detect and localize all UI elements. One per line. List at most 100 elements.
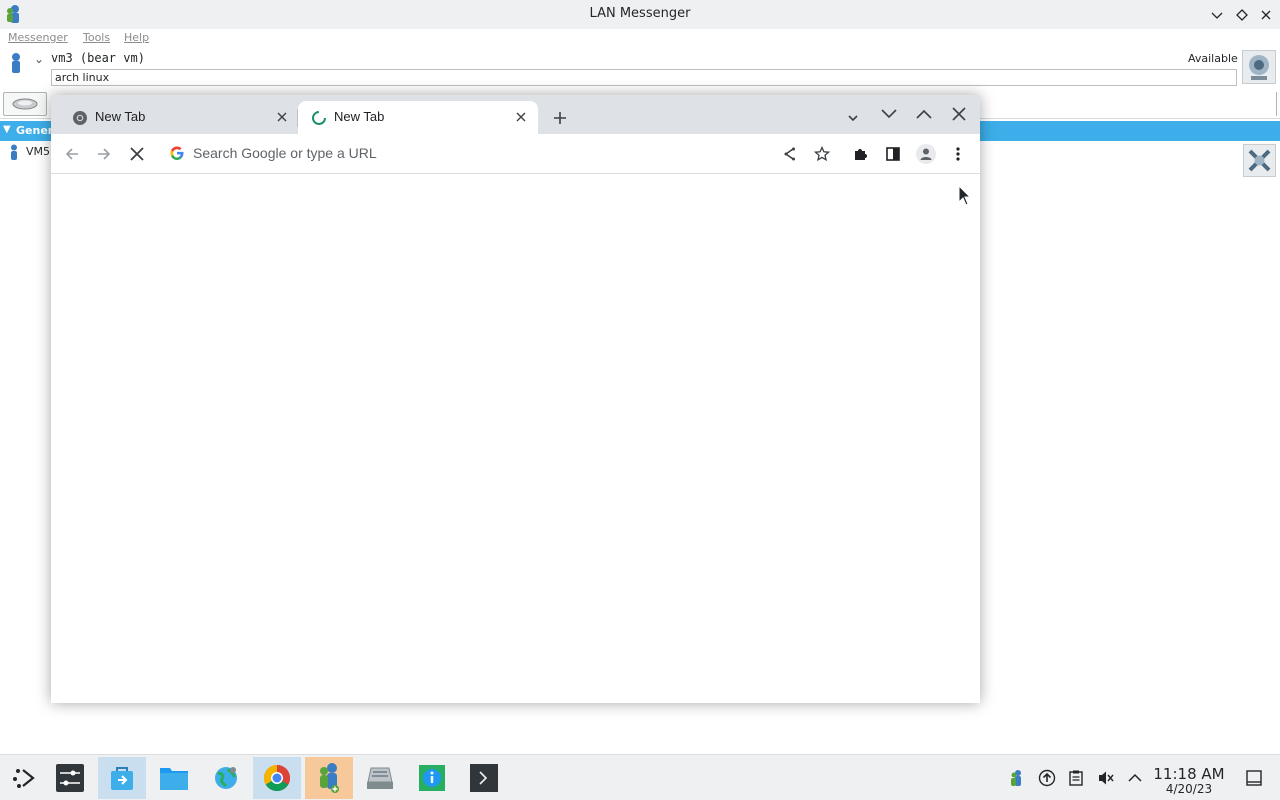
back-button[interactable]: [62, 144, 82, 164]
tab-title: New Tab: [334, 109, 385, 124]
close-icon: [952, 107, 966, 121]
arrow-left-icon: [65, 148, 78, 160]
taskbar-scanner[interactable]: [356, 757, 404, 799]
star-icon: [814, 146, 830, 162]
google-g-icon: [170, 146, 184, 160]
forward-button[interactable]: [94, 144, 114, 164]
status-note-input[interactable]: arch linux: [51, 69, 1237, 86]
terminal-icon: [470, 764, 498, 792]
application-launcher-button[interactable]: [0, 757, 48, 799]
mouse-cursor-icon: [958, 185, 972, 206]
expand-arrow-icon: ▼: [3, 124, 11, 135]
side-panel-button[interactable]: [883, 144, 903, 164]
taskbar-file-manager[interactable]: [150, 757, 198, 799]
folder-icon: [160, 768, 188, 790]
close-icon: [130, 147, 144, 161]
loading-spinner-icon: [312, 111, 326, 125]
tray-clipboard[interactable]: [1067, 769, 1085, 787]
stop-loading-button[interactable]: [127, 144, 147, 164]
webcam-avatar-icon: [1249, 55, 1269, 80]
maximize-button[interactable]: [1232, 5, 1252, 25]
scanner-icon: [367, 767, 393, 789]
tab-close-button[interactable]: [274, 109, 290, 125]
clock-date: 4/20/23: [1165, 782, 1213, 796]
tray-volume[interactable]: [1097, 769, 1115, 787]
contact-avatar-icon: [1248, 149, 1271, 172]
tray-lan-messenger[interactable]: [1007, 769, 1025, 787]
chrome-favicon-icon: [73, 111, 87, 125]
kebab-menu-icon: [956, 147, 960, 161]
chevron-up-icon: [916, 109, 932, 119]
clock-time: 11:18 AM: [1153, 765, 1225, 783]
puzzle-icon: [855, 149, 867, 160]
chrome-icon: [263, 764, 291, 792]
menu-messenger[interactable]: Messenger: [8, 31, 68, 44]
user-status-icon[interactable]: [8, 52, 24, 74]
avatar[interactable]: [1242, 50, 1276, 84]
side-panel-icon: [886, 147, 900, 161]
tab-search-button[interactable]: [843, 108, 863, 128]
taskbar-terminal[interactable]: [460, 757, 508, 799]
contact-status-icon: [11, 144, 17, 160]
discover-icon: [111, 767, 133, 790]
chevron-up-icon: [1128, 773, 1142, 782]
broadcast-button[interactable]: [3, 92, 47, 116]
show-desktop-button[interactable]: [1245, 769, 1263, 787]
tray-updates[interactable]: [1038, 769, 1056, 787]
chrome-window: New Tab New Tab: [51, 95, 980, 703]
tab-close-button[interactable]: [513, 109, 529, 125]
lan-messenger-icon: [320, 763, 339, 793]
share-button[interactable]: [780, 144, 800, 164]
tab-new-tab-2[interactable]: New Tab: [298, 101, 538, 134]
chrome-menu-button[interactable]: [948, 144, 968, 164]
taskbar-system-info[interactable]: [408, 757, 456, 799]
taskbar-web-browser[interactable]: [202, 757, 250, 799]
minimize-button[interactable]: [1207, 5, 1227, 25]
update-arrow-icon: [1038, 769, 1056, 787]
chrome-minimize-button[interactable]: [878, 103, 900, 125]
user-name: vm3 (bear vm): [51, 51, 145, 65]
launcher-icon: [13, 769, 35, 788]
extensions-button[interactable]: [851, 144, 871, 164]
status-dropdown-chevron-icon[interactable]: ⌄: [34, 52, 44, 66]
close-icon: [277, 112, 287, 122]
tray-expand-button[interactable]: [1126, 769, 1144, 787]
close-icon: [516, 112, 526, 122]
broadcast-icon: [12, 98, 38, 110]
lan-messenger-titlebar: LAN Messenger: [0, 0, 1280, 29]
toolbar-separator: [1276, 92, 1279, 116]
page-content[interactable]: [51, 174, 980, 703]
group-name: Gener: [16, 124, 54, 137]
lan-messenger-tray-icon: [1011, 770, 1021, 786]
share-icon: [784, 147, 795, 161]
taskbar-discover[interactable]: [98, 757, 146, 799]
chrome-close-button[interactable]: [948, 103, 970, 125]
menu-tools[interactable]: Tools: [83, 31, 110, 44]
omnibox-input[interactable]: [193, 142, 773, 164]
diamond-icon: [1236, 9, 1248, 21]
bookmark-button[interactable]: [812, 144, 832, 164]
taskbar-system-settings[interactable]: [46, 757, 94, 799]
taskbar-google-chrome[interactable]: [253, 757, 301, 799]
chevron-down-icon: [848, 115, 858, 122]
close-button[interactable]: [1256, 5, 1276, 25]
contact-name[interactable]: VM5: [26, 145, 50, 158]
chrome-toolbar: [51, 134, 980, 174]
chevron-down-icon: [881, 109, 897, 119]
profile-button[interactable]: [916, 144, 936, 164]
chrome-maximize-button[interactable]: [913, 103, 935, 125]
new-tab-button[interactable]: [549, 107, 571, 129]
speaker-muted-icon: [1099, 771, 1114, 785]
arrow-right-icon: [98, 148, 111, 160]
globe-icon: [215, 767, 237, 789]
profile-icon: [920, 148, 932, 160]
contact-avatar[interactable]: [1243, 144, 1276, 177]
tab-title: New Tab: [95, 109, 146, 124]
menu-help[interactable]: Help: [124, 31, 149, 44]
clipboard-icon: [1069, 770, 1083, 786]
info-center-icon: [419, 765, 445, 791]
show-desktop-icon: [1246, 770, 1262, 786]
tab-new-tab-1[interactable]: New Tab: [59, 101, 297, 134]
plus-icon: [554, 112, 566, 124]
taskbar-lan-messenger[interactable]: [305, 757, 353, 799]
